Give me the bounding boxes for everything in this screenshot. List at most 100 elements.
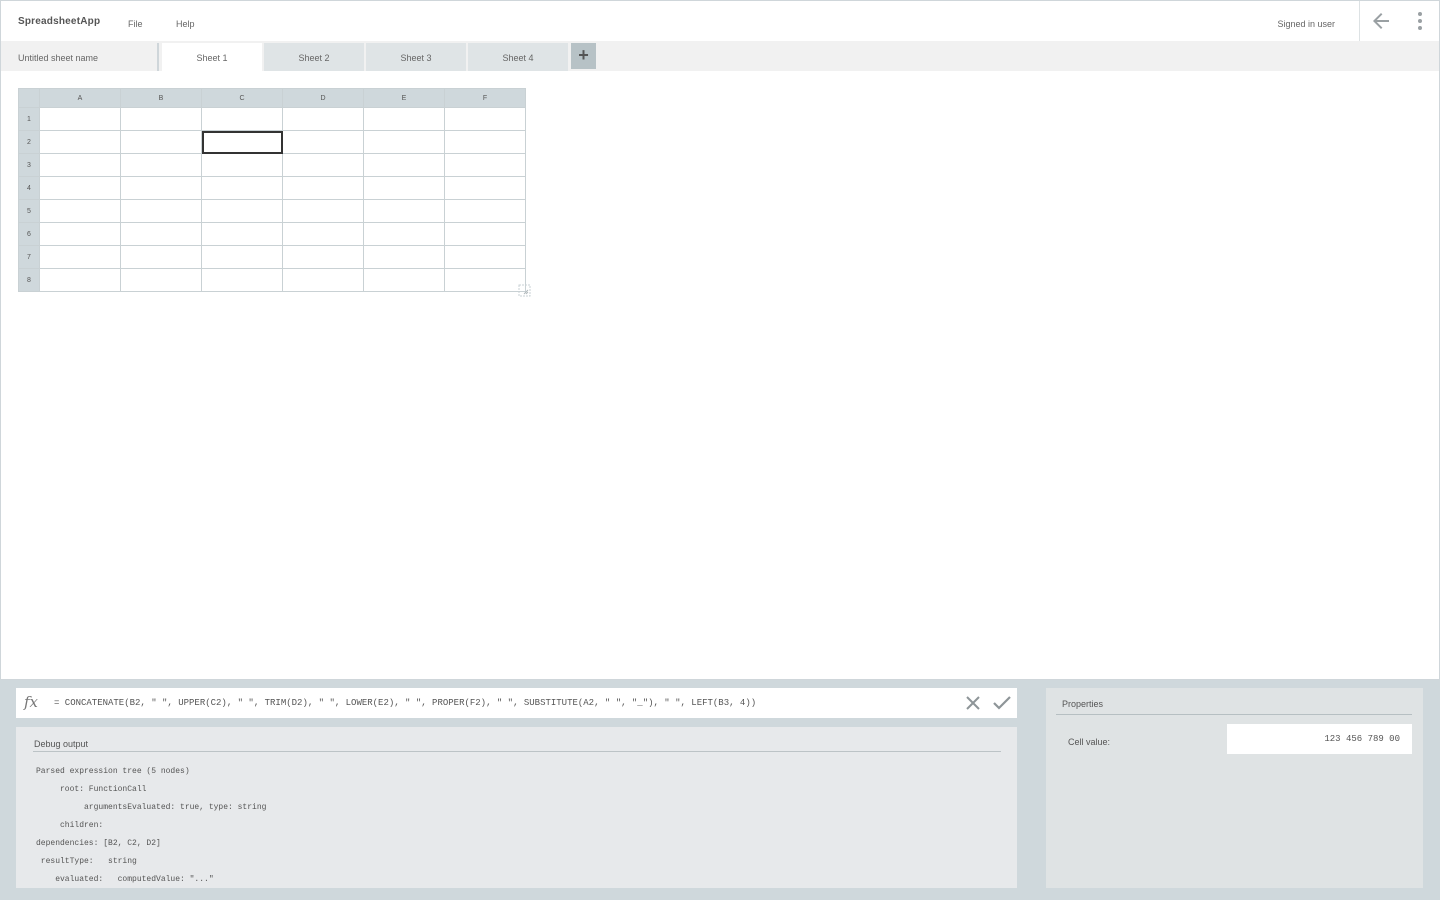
grid-cell[interactable] [363, 153, 445, 177]
column-header-row: A B C D E F [18, 88, 526, 108]
grid-cell[interactable] [39, 176, 121, 200]
grid-cell[interactable] [282, 199, 364, 223]
tab-sheet-3[interactable]: Sheet 3 [366, 43, 466, 71]
resize-handle-icon[interactable] [518, 284, 531, 297]
grid-cell[interactable] [444, 222, 526, 246]
grid-cell[interactable] [201, 222, 283, 246]
add-sheet-button[interactable]: + [571, 43, 596, 69]
grid-row: 4 [18, 176, 526, 200]
grid-cell[interactable] [282, 176, 364, 200]
grid-cell[interactable] [120, 130, 202, 154]
grid-cell[interactable] [201, 176, 283, 200]
grid-cell[interactable] [120, 222, 202, 246]
grid-cell[interactable] [201, 199, 283, 223]
grid-cell[interactable] [363, 199, 445, 223]
close-icon[interactable] [964, 694, 982, 712]
grid-cell[interactable] [363, 222, 445, 246]
grid-cell[interactable] [444, 176, 526, 200]
grid-row: 5 [18, 199, 526, 223]
debug-line: dependencies: [B2, C2, D2] [36, 839, 161, 848]
tab-sheet-4[interactable]: Sheet 4 [468, 43, 568, 71]
grid-cell[interactable] [201, 245, 283, 269]
grid-cell[interactable] [363, 245, 445, 269]
column-header[interactable]: E [363, 88, 445, 108]
menu-help[interactable]: Help [176, 19, 195, 29]
row-header[interactable]: 2 [18, 130, 40, 154]
column-header[interactable]: A [39, 88, 121, 108]
grid-cell[interactable] [363, 107, 445, 131]
app-brand: SpreadsheetApp [18, 16, 101, 27]
grid-cell[interactable] [363, 268, 445, 292]
grid-cell[interactable] [39, 107, 121, 131]
topbar-divider [1359, 1, 1360, 41]
grid-cell[interactable] [201, 268, 283, 292]
grid-cell[interactable] [120, 268, 202, 292]
grid-cell[interactable] [39, 130, 121, 154]
grid-cell[interactable] [282, 222, 364, 246]
panel-divider [1056, 714, 1412, 715]
grid-cell[interactable] [39, 245, 121, 269]
debug-line: children: [36, 821, 104, 830]
grid-cell[interactable] [282, 245, 364, 269]
tab-sheet-2[interactable]: Sheet 2 [264, 43, 364, 71]
menu-file[interactable]: File [128, 19, 143, 29]
row-header[interactable]: 8 [18, 268, 40, 292]
cell-value-field[interactable] [1227, 724, 1412, 754]
user-link[interactable]: Signed in user [1277, 19, 1335, 29]
grid-cell[interactable] [444, 245, 526, 269]
grid-cell[interactable] [282, 107, 364, 131]
row-header[interactable]: 3 [18, 153, 40, 177]
spreadsheet-grid: A B C D E F 1 2 3 4 5 6 7 8 [18, 88, 526, 292]
selected-cell[interactable] [201, 130, 283, 154]
grid-cell[interactable] [120, 199, 202, 223]
tabs-separator [157, 43, 159, 71]
grid-cell[interactable] [282, 130, 364, 154]
grid-cell[interactable] [39, 268, 121, 292]
check-icon[interactable] [992, 694, 1012, 712]
row-header[interactable]: 4 [18, 176, 40, 200]
row-header[interactable]: 5 [18, 199, 40, 223]
spreadsheet-app: SpreadsheetApp File Help Signed in user … [0, 0, 1440, 680]
formula-input[interactable] [54, 692, 952, 714]
grid-cell[interactable] [201, 107, 283, 131]
grid-cell[interactable] [120, 176, 202, 200]
fx-icon: fx [24, 693, 39, 711]
column-header[interactable]: F [444, 88, 526, 108]
row-header[interactable]: 1 [18, 107, 40, 131]
properties-title: Properties [1062, 699, 1104, 709]
grid-cell[interactable] [120, 153, 202, 177]
grid-cell[interactable] [282, 153, 364, 177]
document-name[interactable]: Untitled sheet name [18, 53, 98, 63]
select-all-corner[interactable] [18, 88, 40, 108]
column-header[interactable]: D [282, 88, 364, 108]
debug-line: Parsed expression tree (5 nodes) [36, 767, 190, 776]
grid-cell[interactable] [39, 222, 121, 246]
column-header[interactable]: C [201, 88, 283, 108]
grid-cell[interactable] [282, 268, 364, 292]
grid-cell[interactable] [39, 199, 121, 223]
grid-cell[interactable] [444, 130, 526, 154]
grid-cell[interactable] [444, 153, 526, 177]
grid-cell[interactable] [363, 176, 445, 200]
grid-cell[interactable] [444, 107, 526, 131]
grid-cell[interactable] [444, 268, 526, 292]
row-header[interactable]: 6 [18, 222, 40, 246]
grid-row: 6 [18, 222, 526, 246]
grid-row: 8 [18, 268, 526, 292]
debug-output: Parsed expression tree (5 nodes) root: F… [36, 763, 996, 889]
grid-cell[interactable] [120, 107, 202, 131]
grid-row: 3 [18, 153, 526, 177]
grid-cell[interactable] [363, 130, 445, 154]
grid-cell[interactable] [39, 153, 121, 177]
debug-panel-title: Debug output [34, 739, 89, 749]
tab-sheet-1[interactable]: Sheet 1 [162, 43, 262, 71]
debug-line: argumentsEvaluated: true, type: string [36, 803, 267, 812]
grid-cell[interactable] [444, 199, 526, 223]
column-header[interactable]: B [120, 88, 202, 108]
more-vert-icon[interactable] [1409, 9, 1431, 33]
row-header[interactable]: 7 [18, 245, 40, 269]
grid-cell[interactable] [120, 245, 202, 269]
grid-cell[interactable] [201, 153, 283, 177]
back-arrow-icon[interactable] [1369, 9, 1393, 33]
debug-line: resultType: string [36, 857, 137, 866]
